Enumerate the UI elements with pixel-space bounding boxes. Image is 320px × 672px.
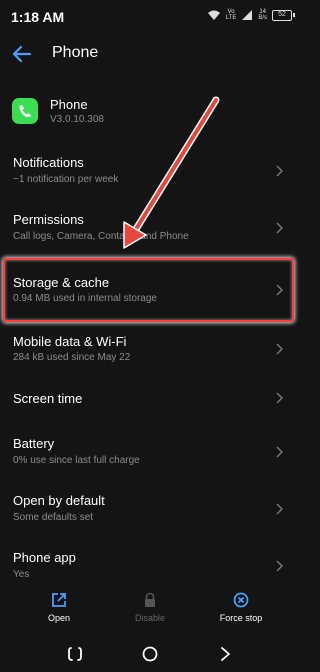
recents-icon[interactable]: [66, 645, 84, 663]
force-stop-button[interactable]: Force stop: [201, 588, 281, 630]
battery-row[interactable]: Battery 0% use since last full charge: [0, 428, 300, 484]
chevron-right-icon: [276, 343, 283, 355]
open-button[interactable]: Open: [19, 588, 99, 630]
phone-app-icon: [12, 98, 38, 124]
chevron-right-icon: [276, 284, 283, 296]
row-subtitle: 0.94 MB used in internal storage: [13, 293, 157, 304]
status-icons: Vo LTE 14 B/s 52: [207, 9, 295, 21]
mobile-data-wifi-row[interactable]: Mobile data & Wi-Fi 284 kB used since Ma…: [0, 325, 300, 381]
disable-button[interactable]: Disable: [110, 588, 190, 630]
row-subtitle: Some defaults set: [13, 512, 94, 523]
data-speed: 14 B/s: [258, 9, 267, 21]
notifications-row[interactable]: Notifications ~1 notification per week: [0, 145, 300, 201]
battery-icon: 52: [272, 9, 295, 21]
home-icon[interactable]: [141, 645, 159, 663]
signal-icon: [242, 10, 253, 20]
force-stop-icon: [233, 592, 249, 608]
app-actions: Open Disable Force stop: [0, 588, 300, 630]
system-nav-bar: [0, 638, 300, 672]
row-title: Battery: [13, 436, 55, 451]
app-bar: Phone: [0, 36, 300, 72]
phone-handset-icon: [19, 105, 31, 118]
row-subtitle: Yes: [13, 569, 30, 580]
data-speed-unit: B/s: [258, 15, 267, 21]
chevron-right-icon: [276, 165, 283, 177]
back-icon[interactable]: [216, 645, 234, 663]
force-stop-label: Force stop: [219, 613, 263, 623]
chevron-right-icon: [276, 560, 283, 572]
row-subtitle: ~1 notification per week: [13, 174, 119, 185]
storage-cache-row[interactable]: Storage & cache 0.94 MB used in internal…: [0, 262, 300, 318]
row-title: Open by default: [13, 493, 105, 508]
status-time: 1:18 AM: [11, 9, 65, 25]
open-by-default-row[interactable]: Open by default Some defaults set: [0, 485, 300, 541]
page-title: Phone: [52, 44, 99, 61]
lock-icon: [145, 592, 155, 607]
open-label: Open: [47, 613, 71, 623]
row-title: Screen time: [13, 391, 83, 406]
network-type-bottom: LTE: [225, 15, 237, 21]
chevron-right-icon: [276, 392, 283, 404]
row-subtitle: 284 kB used since May 22: [13, 352, 131, 363]
screen-time-row[interactable]: Screen time: [0, 377, 300, 433]
app-version: V3.0.10.308: [50, 114, 104, 125]
network-type: Vo LTE: [226, 9, 237, 21]
app-name: Phone: [50, 97, 88, 112]
app-header: Phone V3.0.10.308: [0, 92, 300, 132]
row-title: Phone app: [13, 550, 76, 565]
row-title: Mobile data & Wi-Fi: [13, 334, 127, 349]
chevron-right-icon: [276, 446, 283, 458]
wifi-icon: [207, 10, 220, 20]
row-title: Storage & cache: [13, 275, 110, 290]
chevron-right-icon: [276, 222, 283, 234]
permissions-row[interactable]: Permissions Call logs, Camera, Contacts …: [0, 202, 300, 258]
open-external-icon: [52, 593, 66, 607]
row-title: Notifications: [13, 155, 84, 170]
row-subtitle: Call logs, Camera, Contacts and Phone: [13, 231, 189, 242]
chevron-right-icon: [276, 503, 283, 515]
disable-label: Disable: [134, 613, 165, 623]
status-bar: 1:18 AM Vo LTE 14 B/s 52: [0, 0, 300, 32]
row-subtitle: 0% use since last full charge: [13, 455, 140, 466]
row-title: Permissions: [13, 212, 84, 227]
back-arrow-icon[interactable]: [10, 42, 34, 66]
